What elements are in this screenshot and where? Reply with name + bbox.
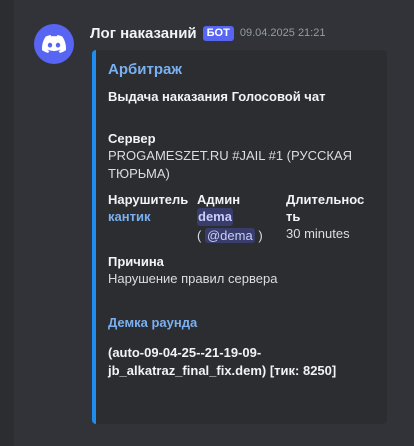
field-admin-name: Админ xyxy=(197,192,241,207)
avatar[interactable] xyxy=(34,24,74,64)
field-demo-value-line1: (auto-09-04-25--21-19-09- xyxy=(108,345,262,360)
field-duration-name-line1: Длительнос xyxy=(286,192,365,207)
admin-mention[interactable]: @dema xyxy=(204,228,255,243)
field-server-value-line1: PROGAMESZET.RU #JAIL #1 (РУССКАЯ xyxy=(108,148,353,163)
field-admin-value[interactable]: dema xyxy=(197,208,233,226)
embed-author: Арбитраж xyxy=(108,61,182,78)
bot-badge: БОТ xyxy=(202,25,234,41)
field-server: Сервер PROGAMESZET.RU #JAIL #1 (РУССКАЯ … xyxy=(108,130,375,183)
field-violator: Нарушитель кантик xyxy=(108,191,197,245)
discord-logo-icon xyxy=(42,35,66,53)
mention-open-paren: ( xyxy=(197,228,202,243)
field-server-name: Сервер xyxy=(108,131,156,146)
message: Лог наказаний БОТ 09.04.2025 21:21 Арбит… xyxy=(14,0,414,446)
field-violator-name: Нарушитель xyxy=(108,192,189,207)
field-reason-name: Причина xyxy=(108,254,164,269)
field-admin: Админ dema ( @dema ) xyxy=(197,191,286,245)
embed-title: Выдача наказания Голосовой чат xyxy=(108,89,326,104)
field-reason: Причина Нарушение правил сервера xyxy=(108,253,375,288)
field-reason-value: Нарушение правил сервера xyxy=(108,271,278,286)
inline-fields-row: Нарушитель кантик Админ dema ( @dema ) Д… xyxy=(108,191,375,245)
admin-mention-line: ( @dema ) xyxy=(197,227,286,245)
field-duration-name-line2: ть xyxy=(286,209,301,224)
field-duration: Длительнос ть 30 minutes xyxy=(286,191,375,245)
embed: Арбитраж Выдача наказания Голосовой чат … xyxy=(92,50,387,424)
field-violator-value[interactable]: кантик xyxy=(108,208,197,226)
message-header: Лог наказаний БОТ 09.04.2025 21:21 xyxy=(90,22,325,44)
field-demo-value-line2: jb_alkatraz_final_fix.dem) [тик: 8250] xyxy=(108,363,337,378)
field-server-value-line2: ТЮРЬМА) xyxy=(108,166,170,181)
mention-close-paren: ) xyxy=(258,228,263,243)
author-name[interactable]: Лог наказаний xyxy=(90,25,197,42)
field-demo-name[interactable]: Демка раунда xyxy=(108,314,375,332)
left-rail xyxy=(0,0,14,446)
discord-channel-view: Лог наказаний БОТ 09.04.2025 21:21 Арбит… xyxy=(0,0,414,446)
timestamp[interactable]: 09.04.2025 21:21 xyxy=(240,27,326,39)
field-duration-value: 30 minutes xyxy=(286,226,350,241)
